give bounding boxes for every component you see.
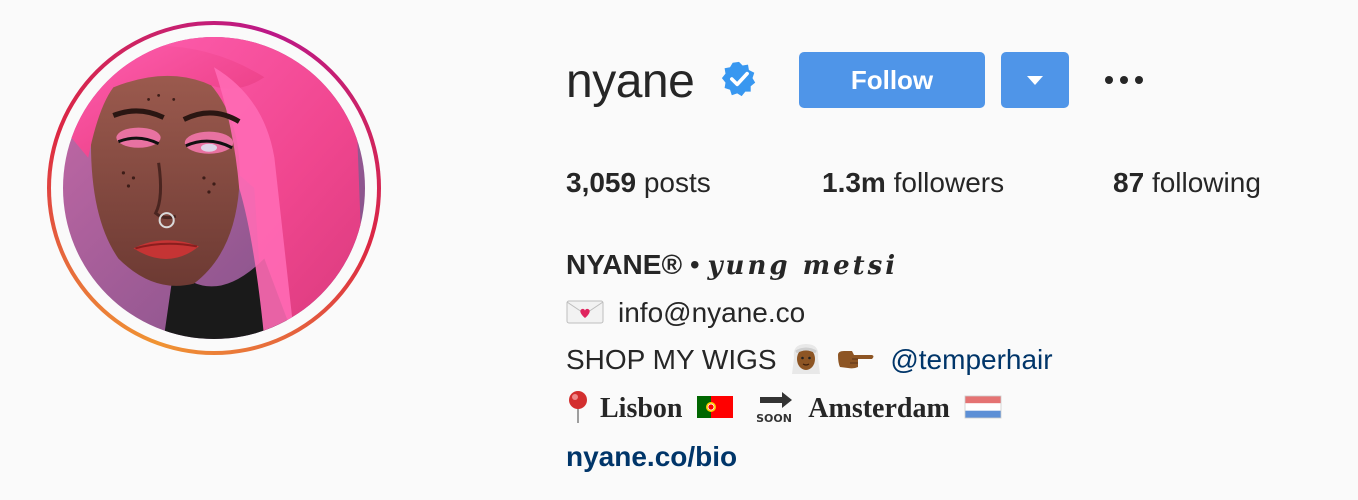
posts-number: 3,059 [566, 167, 637, 198]
following-label: following [1151, 167, 1261, 198]
bio-full-name: NYANE® • yung metsi [566, 248, 898, 283]
profile-avatar[interactable] [63, 37, 365, 339]
bio-location-line: Lisbon SOON Amsterdam [566, 390, 1008, 428]
temperhair-mention-link[interactable]: @temperhair [890, 344, 1052, 375]
suggested-dropdown-button[interactable] [1001, 52, 1069, 108]
following-number: 87 [1113, 167, 1145, 198]
more-options-icon [1120, 76, 1128, 84]
following-link[interactable]: 87 following [1113, 166, 1261, 200]
more-options-icon [1135, 76, 1143, 84]
username-heading: nyane [566, 55, 695, 108]
netherlands-flag-icon [964, 395, 1001, 419]
location-from: Lisbon [600, 393, 683, 424]
woman-white-hair-icon [792, 343, 821, 374]
more-options-button[interactable] [1098, 60, 1150, 100]
posts-count: 3,059 posts [566, 166, 711, 200]
follow-button[interactable]: Follow [799, 52, 985, 108]
caret-down-icon [1027, 75, 1043, 85]
pointing-right-icon [838, 350, 874, 368]
full-name: NYANE® [566, 249, 683, 280]
love-letter-icon [566, 300, 604, 324]
followers-number: 1.3m [822, 167, 886, 198]
verified-badge-icon [721, 61, 756, 97]
shop-text: SHOP MY WIGS [566, 344, 777, 375]
bio-email-line: info@nyane.co [566, 296, 805, 330]
story-ring[interactable] [47, 21, 381, 355]
avatar-gap [51, 25, 377, 351]
bio-website-link[interactable]: nyane.co/bio [566, 440, 737, 474]
bio-shop-line: SHOP MY WIGS @temperhair [566, 343, 1053, 379]
followers-link[interactable]: 1.3m followers [822, 166, 1004, 200]
followers-label: followers [893, 167, 1005, 198]
posts-label: posts [643, 167, 711, 198]
soon-label: SOON [756, 412, 792, 425]
portugal-flag-icon [697, 395, 734, 418]
script-name: yung metsi [707, 251, 899, 281]
more-options-icon [1105, 76, 1113, 84]
location-to: Amsterdam [808, 393, 950, 424]
name-separator: • [689, 249, 700, 280]
bio-email: info@nyane.co [618, 297, 806, 328]
soon-arrow-icon: SOON [756, 391, 793, 425]
avatar-portrait-icon [63, 37, 365, 339]
round-pushpin-icon [569, 390, 587, 423]
